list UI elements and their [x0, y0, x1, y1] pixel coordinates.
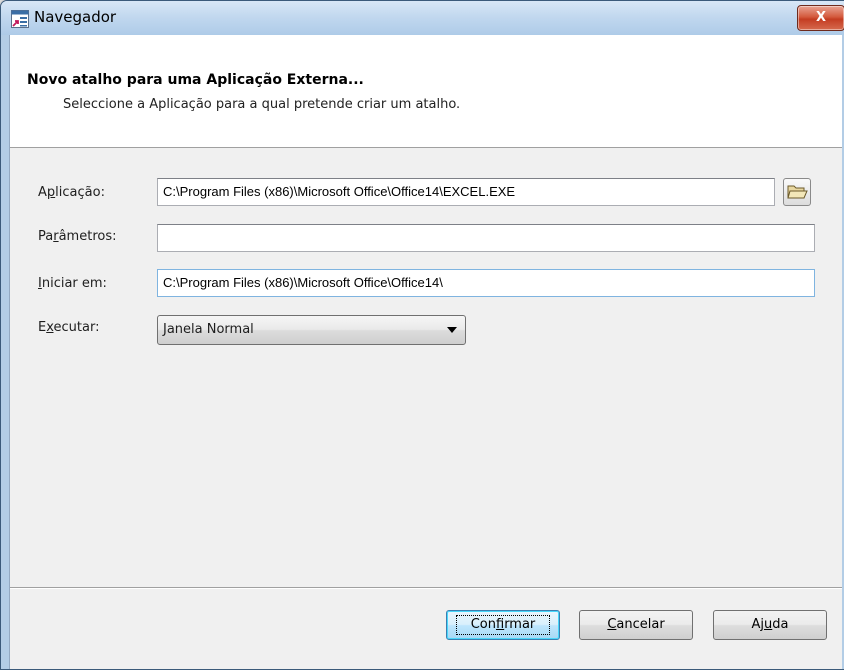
cancel-button-label: Cancelar	[607, 617, 664, 632]
window-title: Navegador	[34, 8, 117, 26]
browse-button[interactable]	[783, 178, 811, 206]
parametros-label-text: Pa	[38, 229, 54, 244]
help-label-rest: da	[772, 617, 789, 632]
executar-label-rest: ecutar:	[53, 320, 100, 335]
executar-label: Executar:	[38, 320, 99, 335]
dialog-client-area: Novo atalho para uma Aplicação Externa..…	[9, 35, 842, 669]
help-button-label: Ajuda	[752, 617, 789, 632]
parametros-label-rest: âmetros:	[58, 229, 117, 244]
iniciar-em-label: Iniciar em:	[38, 276, 107, 291]
app-shortcut-icon	[11, 10, 29, 28]
aplicacao-label-mnemonic: p	[46, 185, 56, 200]
executar-label-text: E	[38, 320, 47, 335]
aplicacao-input[interactable]: C:\Program Files (x86)\Microsoft Office\…	[157, 178, 775, 206]
confirm-label-mnemonic: f	[495, 617, 505, 632]
confirm-label-text: Con	[470, 617, 496, 632]
confirm-button-label: Confirmar	[471, 617, 536, 632]
cancel-label-rest: ancelar	[616, 617, 665, 632]
help-label-text: Aj	[751, 617, 765, 632]
help-button[interactable]: Ajuda	[713, 610, 827, 640]
iniciar-em-input[interactable]: C:\Program Files (x86)\Microsoft Office\…	[157, 269, 815, 297]
aplicacao-label: Aplicação:	[38, 185, 105, 200]
close-icon: X	[815, 10, 827, 25]
dialog-header: Novo atalho para uma Aplicação Externa..…	[10, 35, 842, 148]
parametros-input[interactable]	[157, 224, 815, 252]
executar-select[interactable]: Janela Normal	[157, 315, 466, 345]
header-subtitle: Seleccione a Aplicação para a qual prete…	[63, 97, 461, 112]
confirm-label-rest: irmar	[504, 617, 536, 632]
title-bar[interactable]: Navegador X	[1, 1, 844, 35]
confirm-button[interactable]: Confirmar	[446, 610, 560, 640]
close-button[interactable]: X	[797, 5, 844, 31]
header-title: Novo atalho para uma Aplicação Externa..…	[27, 72, 364, 88]
cancel-button[interactable]: Cancelar	[579, 610, 693, 640]
parametros-label: Parâmetros:	[38, 229, 116, 244]
aplicacao-label-text: A	[38, 185, 47, 200]
chevron-down-icon	[447, 327, 457, 333]
executar-label-mnemonic: x	[46, 320, 54, 335]
folder-open-icon	[787, 185, 808, 199]
footer-separator	[10, 587, 842, 589]
executar-selected-value: Janela Normal	[163, 322, 254, 337]
aplicacao-label-rest: licação:	[55, 185, 105, 200]
dialog-window: Navegador X Novo atalho para uma Aplicaç…	[0, 0, 844, 670]
iniciar-em-label-rest: niciar em:	[41, 276, 107, 291]
